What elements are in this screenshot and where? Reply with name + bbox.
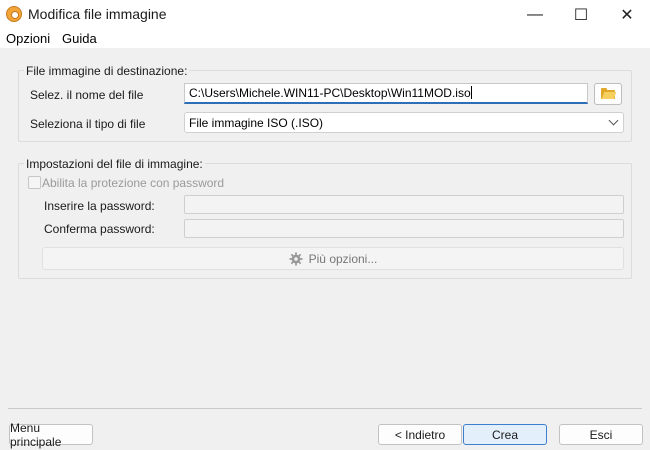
image-settings-group-title: Impostazioni del file di immagine: [24,157,205,171]
browse-button[interactable] [594,83,622,105]
password-label: Inserire la password: [44,199,155,213]
text-caret [470,86,472,99]
menu-bar: Opzioni Guida [0,30,650,48]
password-input[interactable] [184,195,624,214]
filetype-label: Seleziona il tipo di file [30,117,146,131]
filename-value: C:\Users\Michele.WIN11-PC\Desktop\Win11M… [189,86,471,100]
menu-options[interactable]: Opzioni [6,31,50,46]
destination-group-title: File immagine di destinazione: [24,64,190,78]
exit-button[interactable]: Esci [559,424,643,445]
folder-icon [601,88,617,99]
filetype-select[interactable]: File immagine ISO (.ISO) [184,112,624,133]
password-checkbox-label: Abilita la protezione con password [42,176,225,190]
disc-icon [6,6,22,22]
filename-field[interactable]: C:\Users\Michele.WIN11-PC\Desktop\Win11M… [184,83,588,104]
window-title: Modifica file immagine [28,6,167,22]
gear-icon [289,251,303,266]
main-menu-button[interactable]: Menu principale [9,421,93,449]
confirm-password-input[interactable] [184,219,624,238]
more-options-label: Più opzioni... [308,251,378,266]
confirm-password-label: Conferma password: [44,222,155,236]
back-button[interactable]: < Indietro [378,424,462,445]
chevron-down-icon [608,115,619,126]
create-button[interactable]: Crea [463,424,547,445]
filetype-value: File immagine ISO (.ISO) [189,116,324,130]
close-button[interactable]: ✕ [604,0,650,30]
minimize-button[interactable]: — [512,0,558,30]
password-checkbox[interactable] [28,176,41,189]
more-options-button[interactable]: Più opzioni... [42,247,624,270]
filename-label: Selez. il nome del file [30,88,144,102]
maximize-button[interactable]: ☐ [558,0,604,30]
menu-help[interactable]: Guida [62,31,97,46]
title-bar: Modifica file immagine — ☐ ✕ [0,0,650,30]
footer-separator [8,408,642,409]
